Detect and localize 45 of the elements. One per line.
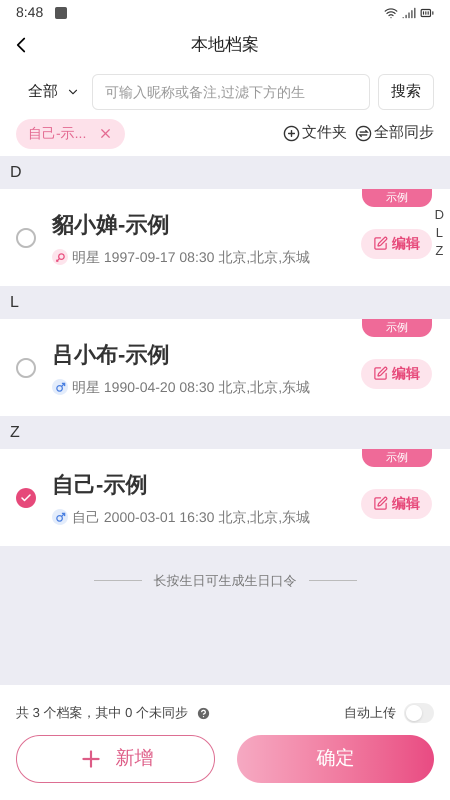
page-title: 本地档案 xyxy=(191,34,259,56)
example-tag: 示例 xyxy=(362,449,432,467)
edit-icon xyxy=(373,496,388,511)
profile-card[interactable]: 自己-示例 自己 2000-03-01 16:30 北京,北京,东城 示例 编辑 xyxy=(0,449,450,546)
edit-icon xyxy=(373,236,388,251)
auto-upload-label: 自动上传 xyxy=(344,704,396,722)
profile-name: 貂小婵-示例 xyxy=(52,210,170,238)
sync-all-button[interactable]: 全部同步 xyxy=(355,122,434,145)
index-letter[interactable]: L xyxy=(436,224,443,242)
profile-name: 吕小布-示例 xyxy=(52,340,170,368)
search-field[interactable]: 可输入昵称或备注,过滤下方的生 xyxy=(92,74,370,110)
checkbox[interactable] xyxy=(16,228,36,248)
profile-name: 自己-示例 xyxy=(52,470,148,498)
category-dropdown[interactable]: 全部 xyxy=(16,80,84,104)
folder-button[interactable]: 文件夹 xyxy=(283,122,347,145)
sync-icon xyxy=(355,125,372,142)
section-letter: L xyxy=(10,292,19,312)
status-time: 8:48 xyxy=(16,3,44,22)
selected-checkbox[interactable] xyxy=(16,488,36,508)
profile-info: 明星 1997-09-17 08:30 北京,北京,东城 xyxy=(72,248,310,266)
profile-info: 明星 1990-04-20 08:30 北京,北京,东城 xyxy=(72,378,310,396)
add-circle-icon xyxy=(283,125,300,142)
profile-info: 自己 2000-03-01 16:30 北京,北京,东城 xyxy=(72,508,310,526)
male-icon xyxy=(52,379,68,395)
help-icon[interactable] xyxy=(196,706,211,720)
summary-text: 共 3 个档案，其中 0 个未同步 xyxy=(16,704,188,722)
check-icon xyxy=(20,492,32,504)
add-button[interactable]: 新增 xyxy=(16,735,215,783)
male-icon xyxy=(52,509,68,525)
hint-text: 长按生日可生成生日口令 xyxy=(154,572,296,590)
index-letter[interactable]: Z xyxy=(435,242,444,260)
female-icon xyxy=(52,249,68,265)
checkbox[interactable] xyxy=(16,358,36,378)
edit-icon xyxy=(373,366,388,381)
profile-card[interactable]: 吕小布-示例 明星 1990-04-20 08:30 北京,北京,东城 示例 编辑 xyxy=(0,319,450,416)
section-letter: Z xyxy=(10,422,20,442)
example-tag: 示例 xyxy=(362,189,432,207)
example-tag: 示例 xyxy=(362,319,432,337)
notification-icon xyxy=(55,6,68,18)
auto-upload-switch[interactable] xyxy=(404,703,434,723)
section-letter: D xyxy=(10,162,22,182)
wifi-icon xyxy=(384,6,398,20)
index-letter[interactable]: D xyxy=(434,206,444,224)
signal-icon xyxy=(402,6,416,20)
search-button[interactable]: 搜索 xyxy=(378,74,434,110)
